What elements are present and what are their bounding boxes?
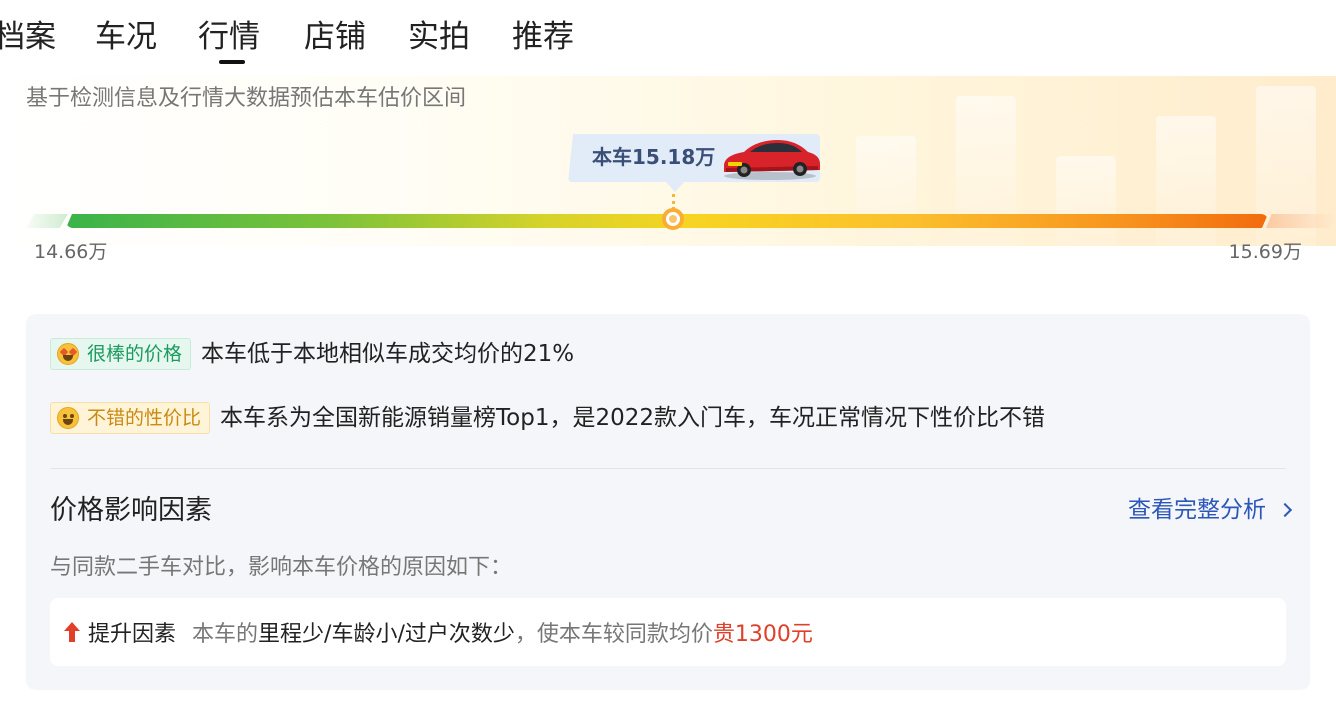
- tab-store[interactable]: 店铺: [304, 16, 366, 58]
- factor-prefix: 本车的: [192, 622, 259, 647]
- factor-result: 贵1300元: [712, 622, 813, 647]
- current-price-marker: [661, 208, 684, 230]
- full-analysis-link[interactable]: 查看完整分析: [1128, 494, 1293, 526]
- active-tab-indicator: [219, 60, 245, 64]
- current-price-label: 本车15.18万: [592, 145, 716, 169]
- factor-reasons: 里程少/车龄小/过户次数少: [258, 622, 515, 647]
- tab-archive[interactable]: 档案: [0, 16, 56, 58]
- factor-middle: ，使本车较同款均价: [514, 622, 713, 647]
- red-sedan-icon: [724, 140, 820, 180]
- tab-recommend[interactable]: 推荐: [512, 16, 574, 58]
- divider: [50, 468, 1286, 469]
- tab-market[interactable]: 行情: [198, 16, 260, 58]
- badge-label: 很棒的价格: [87, 343, 183, 365]
- chevron-right-icon: [1277, 502, 1293, 518]
- arrow-up-icon: [64, 622, 80, 642]
- factors-description: 与同款二手车对比，影响本车价格的原因如下：: [50, 555, 513, 580]
- analysis-item: 很棒的价格 本车低于本地相似车成交均价的21%: [50, 338, 574, 370]
- great-price-badge: 很棒的价格: [50, 338, 192, 370]
- factors-title: 价格影响因素: [50, 495, 212, 526]
- factor-label: 提升因素: [88, 622, 177, 647]
- range-subtitle: 基于检测信息及行情大数据预估本车估价区间: [26, 86, 467, 111]
- price-tag-pointer: [666, 182, 684, 192]
- analysis-item: 不错的性价比 本车系为全国新能源销量榜Top1，是2022款入门车，车况正常情况…: [50, 402, 1045, 434]
- factor-row: 提升因素 本车的 里程少/车龄小/过户次数少 ，使本车较同款均价 贵1300元: [50, 598, 1286, 666]
- badge-label: 不错的性价比: [87, 407, 202, 429]
- range-max-label: 15.69万: [1228, 241, 1302, 263]
- tab-photos[interactable]: 实拍: [408, 16, 470, 58]
- current-price-tag: 本车15.18万: [568, 134, 820, 192]
- analysis-text: 本车低于本地相似车成交均价的21%: [201, 341, 575, 367]
- price-range-section: 基于检测信息及行情大数据预估本车估价区间 本车15.18万 14.66万 15.…: [0, 76, 1336, 276]
- full-analysis-label: 查看完整分析: [1128, 497, 1266, 523]
- good-value-badge: 不错的性价比: [50, 402, 211, 434]
- tab-bar: 档案 车况 行情 店铺 实拍 推荐: [0, 0, 1336, 72]
- star-eyes-emoji-icon: [57, 343, 79, 365]
- analysis-text: 本车系为全国新能源销量榜Top1，是2022款入门车，车况正常情况下性价比不错: [220, 405, 1045, 431]
- range-min-label: 14.66万: [34, 241, 108, 263]
- price-analysis-card: 很棒的价格 本车低于本地相似车成交均价的21% 不错的性价比 本车系为全国新能源…: [26, 314, 1310, 690]
- tab-condition[interactable]: 车况: [95, 16, 157, 58]
- smile-emoji-icon: [57, 407, 79, 429]
